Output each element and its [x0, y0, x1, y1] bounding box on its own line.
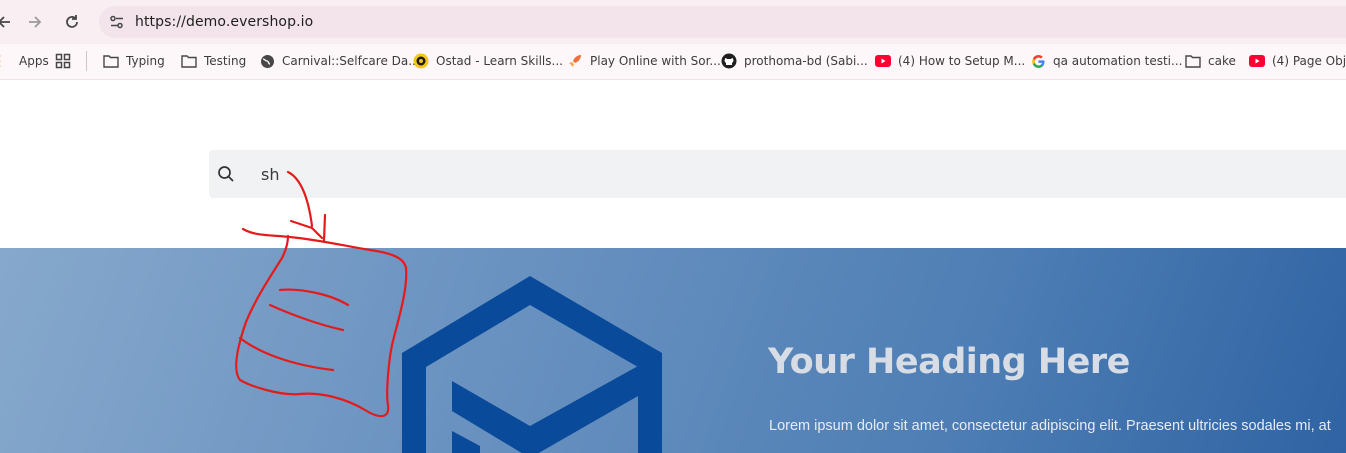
bookmark-ostad[interactable]: Ostad - Learn Skills...: [413, 51, 563, 71]
youtube-icon: [875, 53, 891, 69]
bookmark-label: Testing: [204, 54, 247, 68]
folder-icon: [181, 53, 197, 69]
bookmarks-divider: [86, 51, 87, 71]
bookmark-label: Play Online with Sor...: [590, 54, 721, 68]
bookmark-label: Ostad - Learn Skills...: [436, 54, 563, 68]
bookmark-label: cake: [1208, 54, 1236, 68]
bookmark-github[interactable]: prothoma-bd (Sabi...: [721, 51, 868, 71]
bookmark-youtube-page-object[interactable]: (4) Page Object: [1249, 51, 1346, 71]
hero-text: Lorem ipsum dolor sit amet, consectetur …: [769, 418, 1331, 434]
bookmark-youtube-setup[interactable]: (4) How to Setup M...: [875, 51, 1025, 71]
apps-grid-icon: [0, 53, 12, 69]
all-bookmarks-grid-icon: [55, 53, 71, 69]
google-icon: [1030, 53, 1046, 69]
bookmark-label: prothoma-bd (Sabi...: [744, 54, 868, 68]
bookmark-label: Typing: [126, 54, 165, 68]
folder-icon: [1185, 53, 1201, 69]
bookmark-label: (4) How to Setup M...: [898, 54, 1026, 68]
bookmark-testing[interactable]: Testing: [181, 51, 246, 71]
bookmarks-bar: Apps Typing Testing Carnival::Selfcare D…: [0, 44, 1346, 80]
search-input-value[interactable]: sh: [261, 165, 279, 184]
search-input[interactable]: [209, 150, 1346, 198]
bookmark-qa-automation[interactable]: qa automation testi...: [1030, 51, 1182, 71]
bookmark-typing[interactable]: Typing: [103, 51, 165, 71]
bookmark-play-online[interactable]: Play Online with Sor...: [567, 51, 721, 71]
bookmark-cake[interactable]: cake: [1185, 51, 1236, 71]
back-arrow-icon[interactable]: [0, 10, 16, 34]
bookmark-label: (4) Page Object: [1272, 54, 1346, 68]
forward-arrow-icon[interactable]: [23, 10, 47, 34]
github-icon: [721, 53, 737, 69]
search-icon[interactable]: [217, 165, 235, 183]
url-text[interactable]: https://demo.evershop.io: [135, 14, 313, 30]
bookmark-label: Carnival::Selfcare Da...: [282, 54, 420, 68]
bookmark-all-bookmarks[interactable]: [55, 51, 78, 71]
hero-heading: Your Heading Here: [768, 342, 1130, 382]
site-info-icon[interactable]: [108, 13, 126, 31]
ostad-logo-icon: [413, 53, 429, 69]
bookmark-carnival[interactable]: Carnival::Selfcare Da...: [259, 51, 420, 71]
browser-toolbar: https://demo.evershop.io: [0, 0, 1346, 44]
evershop-logo-icon: [402, 276, 662, 453]
youtube-icon: [1249, 53, 1265, 69]
reload-icon[interactable]: [60, 10, 84, 34]
bookmark-label: Apps: [19, 54, 49, 68]
bookmark-label: qa automation testi...: [1053, 54, 1183, 68]
hero-banner: Your Heading Here Lorem ipsum dolor sit …: [0, 248, 1346, 453]
folder-icon: [103, 53, 119, 69]
bookmark-apps[interactable]: Apps: [0, 51, 49, 71]
rocket-icon: [567, 53, 583, 69]
globe-icon: [259, 53, 275, 69]
